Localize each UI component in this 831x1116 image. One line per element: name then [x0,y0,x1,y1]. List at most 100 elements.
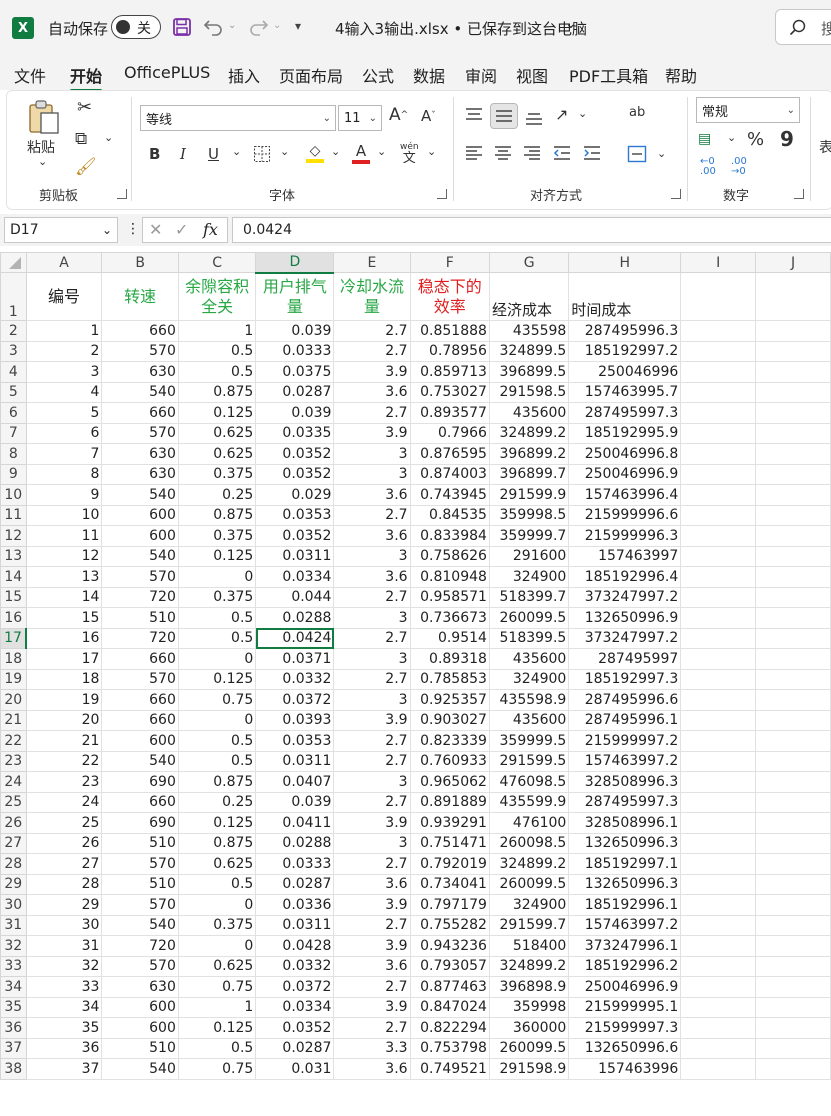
table-cell[interactable]: 0.25 [177,484,257,506]
table-cell[interactable]: 0 [177,648,257,670]
row-header[interactable]: 25 [0,791,27,813]
table-cell[interactable]: 291598.5 [488,381,570,403]
column-header[interactable]: G [488,252,570,273]
align-bottom-icon[interactable] [525,109,543,125]
table-cell[interactable]: 0.5 [177,873,257,895]
decrease-decimal-icon[interactable]: .00 →0 [731,157,747,177]
merge-dropdown-icon[interactable]: ⌄ [657,147,666,160]
table-cell[interactable]: 0.785853 [409,668,490,690]
table-format-label[interactable]: 表 [819,137,831,157]
table-cell[interactable]: 0.0352 [255,463,335,485]
empty-cell[interactable] [680,976,757,998]
table-cell[interactable]: 0.0333 [255,340,335,362]
row-header[interactable]: 14 [0,566,27,588]
table-cell[interactable]: 215999997.2 [568,730,682,752]
empty-cell[interactable] [680,504,757,526]
table-cell[interactable]: 0.125 [177,402,257,424]
table-cell[interactable]: 0.0334 [255,566,335,588]
table-cell[interactable]: 157463997.2 [568,750,682,772]
table-cell[interactable]: 7 [25,443,103,465]
table-cell[interactable]: 23 [25,771,103,793]
empty-cell[interactable] [680,873,757,895]
table-cell[interactable]: 3.9 [333,709,411,731]
table-cell[interactable]: 11 [25,525,103,547]
increase-indent-icon[interactable] [583,145,601,161]
table-cell[interactable]: 260099.5 [488,1037,570,1059]
table-cell[interactable]: 0.5 [177,730,257,752]
table-cell[interactable]: 0.029 [255,484,335,506]
table-cell[interactable]: 3.9 [333,361,411,383]
table-cell[interactable]: 0.925357 [409,689,490,711]
row-header[interactable]: 30 [0,894,27,916]
table-cell[interactable]: 215999996.3 [568,525,682,547]
table-cell[interactable]: 518399.5 [488,627,570,649]
header-cell-efficiency[interactable]: 稳态下的效率 [409,272,490,321]
table-cell[interactable]: 0.5 [177,607,257,629]
paste-label[interactable]: 粘贴 [27,137,55,157]
table-cell[interactable]: 0.75 [177,1058,257,1080]
table-cell[interactable]: 0.0353 [255,730,335,752]
table-cell[interactable]: 373247997.2 [568,627,682,649]
table-cell[interactable]: 359998 [488,996,570,1018]
table-cell[interactable]: 185192995.9 [568,422,682,444]
table-cell[interactable]: 0.5 [177,627,257,649]
row-header[interactable]: 35 [0,996,27,1018]
table-cell[interactable]: 540 [101,750,179,772]
table-cell[interactable]: 0.0332 [255,668,335,690]
empty-cell[interactable] [755,443,831,465]
empty-cell[interactable] [680,402,757,424]
row-header[interactable]: 24 [0,771,27,793]
row-header[interactable]: 33 [0,955,27,977]
table-cell[interactable]: 0.039 [255,402,335,424]
row-header[interactable]: 36 [0,1017,27,1039]
table-cell[interactable]: 0.039 [255,791,335,813]
table-cell[interactable]: 3 [333,832,411,854]
table-cell[interactable]: 3.9 [333,812,411,834]
table-cell[interactable]: 185192997.3 [568,668,682,690]
table-cell[interactable]: 3.3 [333,1037,411,1059]
table-cell[interactable]: 3 [333,771,411,793]
row-header[interactable]: 12 [0,525,27,547]
table-cell[interactable]: 570 [101,955,179,977]
table-cell[interactable]: 287495997.3 [568,791,682,813]
table-cell[interactable]: 185192996.1 [568,894,682,916]
row-header[interactable]: 37 [0,1037,27,1059]
column-header[interactable]: J [755,252,831,273]
table-cell[interactable]: 0.751471 [409,832,490,854]
table-cell[interactable]: 630 [101,463,179,485]
table-cell[interactable]: 600 [101,1017,179,1039]
empty-cell[interactable] [755,484,831,506]
table-cell[interactable]: 14 [25,586,103,608]
table-cell[interactable]: 3.6 [333,566,411,588]
table-cell[interactable]: 0.0336 [255,894,335,916]
table-cell[interactable]: 324900 [488,566,570,588]
row-header[interactable]: 22 [0,730,27,752]
table-cell[interactable]: 0.044 [255,586,335,608]
table-cell[interactable]: 0.0428 [255,935,335,957]
empty-cell[interactable] [680,689,757,711]
table-cell[interactable]: 0.0372 [255,689,335,711]
table-cell[interactable]: 260099.5 [488,607,570,629]
table-cell[interactable]: 132650996.3 [568,873,682,895]
table-cell[interactable]: 0.0407 [255,771,335,793]
table-cell[interactable]: 4 [25,381,103,403]
table-cell[interactable]: 570 [101,566,179,588]
empty-cell[interactable] [755,812,831,834]
table-cell[interactable]: 2.7 [333,791,411,813]
table-cell[interactable]: 5 [25,402,103,424]
table-cell[interactable]: 2.7 [333,853,411,875]
table-cell[interactable]: 215999995.1 [568,996,682,1018]
empty-cell[interactable] [755,545,831,567]
redo-icon[interactable] [247,17,269,37]
table-cell[interactable]: 0.0371 [255,648,335,670]
autosave-toggle[interactable]: 关 [111,15,161,39]
menu-formulas[interactable]: 公式 [362,63,394,87]
header-cell-time-cost[interactable]: 时间成本 [568,272,682,321]
table-cell[interactable]: 0.810948 [409,566,490,588]
row-header[interactable]: 38 [0,1058,27,1080]
table-cell[interactable]: 0.743945 [409,484,490,506]
table-cell[interactable]: 328508996.1 [568,812,682,834]
table-cell[interactable]: 660 [101,791,179,813]
italic-button[interactable]: I [180,145,186,163]
align-center-icon[interactable] [494,145,512,161]
